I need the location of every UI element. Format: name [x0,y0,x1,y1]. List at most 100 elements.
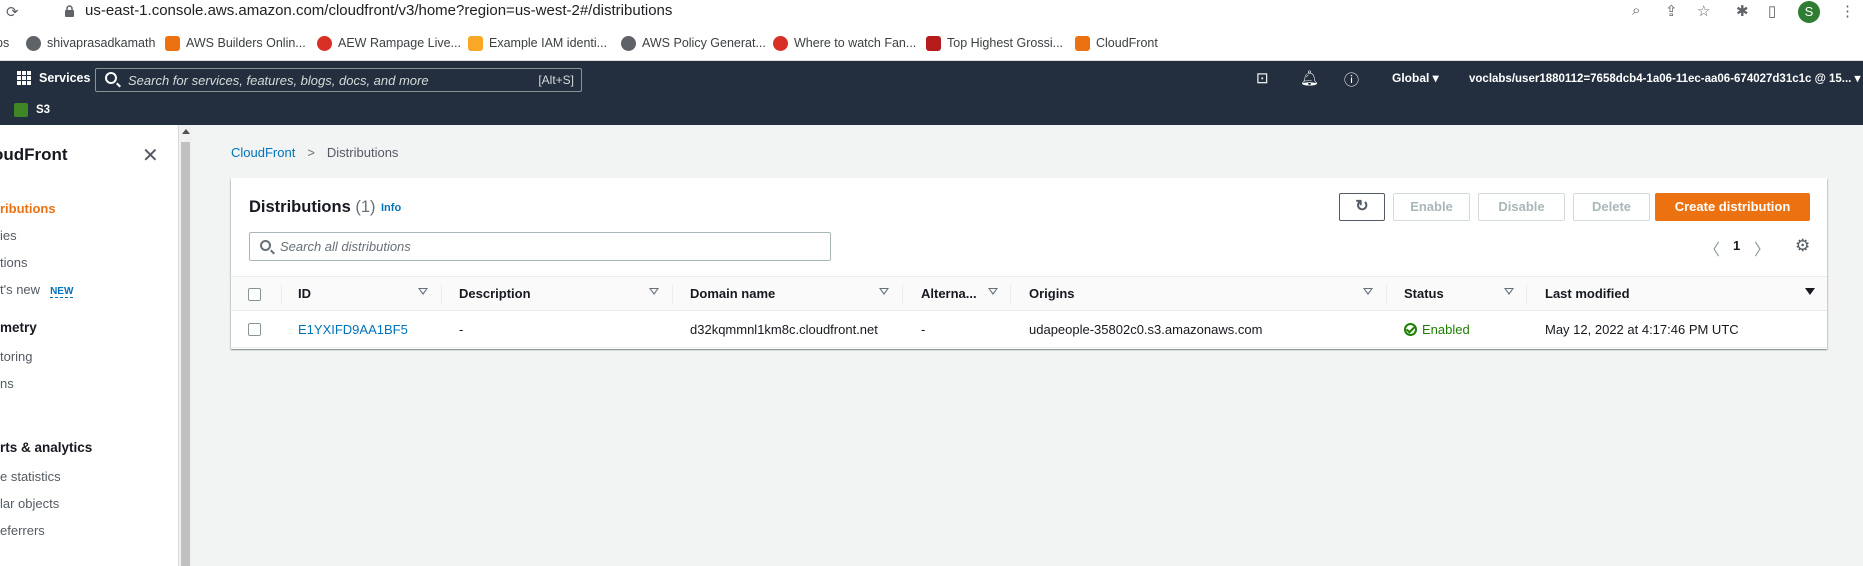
sidebar-item-cache-statistics[interactable]: e statistics [0,469,61,484]
sidebar-item-whats-new[interactable]: t's new NEW [0,282,74,298]
star-icon[interactable]: ☆ [1697,2,1710,20]
menu-kebab-icon[interactable]: ⋮ [1840,2,1855,20]
account-menu[interactable]: voclabs/user1880112=7658dcb4-1a06-11ec-a… [1469,71,1860,85]
info-link[interactable]: Info [381,202,401,214]
sidebar-scrollbar[interactable] [179,125,192,566]
justwatch-icon [773,35,788,51]
profile-avatar[interactable]: S [1798,1,1820,23]
sidebar-item-monitoring[interactable]: toring [0,349,33,364]
bookmark-item[interactable]: CloudFront [1075,33,1158,53]
row-checkbox[interactable] [248,323,261,336]
bookmark-item[interactable]: Top Highest Grossi... [926,33,1063,53]
aws-cube-icon [165,35,180,51]
scrollbar-thumb[interactable] [181,142,190,566]
breadcrumb-cloudfront-link[interactable]: CloudFront [231,145,295,160]
favorite-s3[interactable]: S3 [14,103,50,117]
sidepanel-icon[interactable]: ▯ [1768,2,1776,20]
bookmark-item[interactable]: Where to watch Fan... [773,33,916,53]
cloudshell-icon[interactable]: ⊡ [1256,69,1269,87]
cell-alternate-domain: - [921,322,926,337]
refresh-button[interactable]: ↻ [1339,193,1385,221]
search-icon [105,72,117,84]
play-icon [317,35,332,51]
help-icon[interactable]: ⓘ [1344,69,1359,90]
bookmark-item[interactable]: shivaprasadkamath [26,33,155,53]
aws-cube-icon [1075,35,1090,51]
column-header-last-modified[interactable]: Last modified [1545,286,1630,301]
sidebar-item-policies[interactable]: ies [0,228,17,243]
sort-icon[interactable] [988,288,998,295]
cell-last-modified: May 12, 2022 at 4:17:46 PM UTC [1545,322,1739,337]
sort-icon[interactable] [649,288,659,295]
table-header: ID Description Domain name Alterna... Or… [231,276,1827,311]
sort-icon[interactable] [1504,288,1514,295]
bookmark-item[interactable]: AEW Rampage Live... [317,33,461,53]
column-header-alternate-domain[interactable]: Alterna... [921,286,977,301]
column-header-origins[interactable]: Origins [1029,286,1075,301]
column-header-domain-name[interactable]: Domain name [690,286,775,301]
column-header-id[interactable]: ID [298,286,311,301]
sidebar-navigation: oudFront ✕ ributions ies tions t's new NE… [0,125,179,566]
sidebar-title: oudFront [0,145,68,164]
region-selector[interactable]: Global ▾ [1392,71,1439,85]
distribution-id-link[interactable]: E1YXIFD9AA1BF5 [298,322,408,337]
services-menu[interactable]: Services [17,71,90,85]
service-search-input[interactable]: Search for services, features, blogs, do… [95,68,582,92]
column-header-status[interactable]: Status [1404,286,1444,301]
address-bar[interactable]: us-east-1.console.aws.amazon.com/cloudfr… [52,0,1812,24]
sidebar-item-popular-objects[interactable]: lar objects [0,496,59,511]
sidebar-item-alarms[interactable]: ns [0,376,14,391]
page-number[interactable]: 1 [1733,238,1740,253]
s3-bucket-icon [14,103,28,117]
boxofficemojo-icon [926,35,941,51]
search-icon [260,240,271,251]
delete-button[interactable]: Delete [1573,193,1650,221]
share-icon[interactable]: ⇪ [1665,2,1678,20]
sidebar-item-distributions[interactable]: ributions [0,201,56,216]
sidebar-item-functions[interactable]: tions [0,255,27,270]
bookmark-item[interactable]: Example IAM identi... [468,33,607,53]
document-icon [468,35,483,51]
globe-icon [621,35,636,51]
disable-button[interactable]: Disable [1478,193,1565,221]
notifications-bell-icon[interactable]: 🔔︎ [1300,69,1319,87]
create-distribution-button[interactable]: Create distribution [1655,193,1810,221]
zoom-icon[interactable]: ⌕ [1632,2,1640,19]
sort-descending-icon[interactable] [1805,288,1815,295]
close-icon[interactable]: ✕ [142,143,159,168]
bookmark-item[interactable]: ps [0,33,9,53]
lock-icon [65,5,74,17]
sort-icon[interactable] [418,288,428,295]
extensions-icon[interactable]: ✱ [1736,2,1749,20]
breadcrumb-current: Distributions [326,145,399,160]
search-distributions-input[interactable]: Search all distributions [249,232,831,261]
distribution-count: (1) [355,198,376,216]
enable-button[interactable]: Enable [1393,193,1470,221]
bookmark-item[interactable]: AWS Builders Onlin... [165,33,306,53]
gear-icon[interactable]: ⚙ [1795,236,1810,256]
column-header-description[interactable]: Description [459,286,531,301]
panel-title: Distributions (1) [249,198,376,216]
bookmark-item[interactable]: AWS Policy Generat... [621,33,766,53]
aws-console-header: Services Search for services, features, … [0,61,1863,125]
new-badge: NEW [50,286,74,298]
check-circle-icon [1404,323,1417,336]
sort-icon[interactable] [1363,288,1373,295]
cell-origins: udapeople-35802c0.s3.amazonaws.com [1029,322,1263,337]
chevron-right-icon: > [307,145,315,160]
sidebar-section-telemetry: metry [0,320,37,335]
cell-domain-name: d32kqmmnl1km8c.cloudfront.net [690,322,878,337]
grid-icon [17,71,31,85]
reload-icon[interactable]: ⟳ [6,3,19,21]
browser-url-bar: ⟳ us-east-1.console.aws.amazon.com/cloud… [0,0,1863,24]
chevron-right-icon[interactable]: 〉 [1754,236,1770,260]
sort-icon[interactable] [879,288,889,295]
chevron-left-icon[interactable]: 〈 [1704,236,1720,260]
cell-description: - [459,322,464,337]
sidebar-item-top-referrers[interactable]: eferrers [0,523,45,538]
globe-icon [26,35,41,51]
url-text: us-east-1.console.aws.amazon.com/cloudfr… [85,2,673,19]
status-badge: Enabled [1404,322,1470,337]
select-all-checkbox[interactable] [248,288,261,301]
scroll-up-arrow-icon[interactable] [182,129,190,134]
